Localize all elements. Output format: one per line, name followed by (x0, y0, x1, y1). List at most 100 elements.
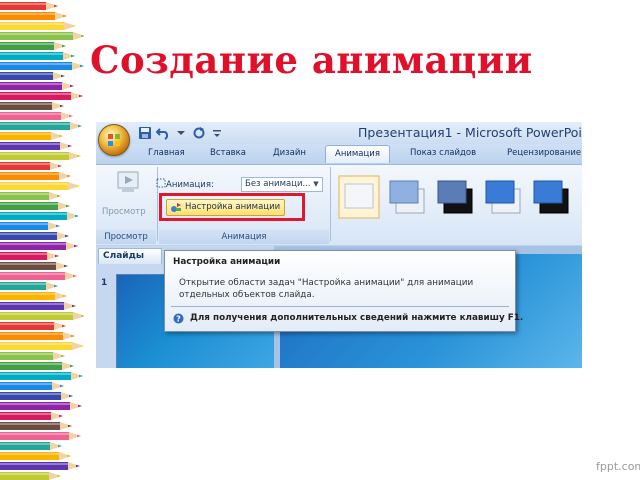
preview-icon[interactable] (116, 169, 142, 195)
pencil (0, 193, 49, 195)
pencil (63, 14, 67, 18)
transition-fade-black-thumb[interactable] (434, 175, 476, 219)
tooltip-title: Настройка анимации (173, 257, 281, 267)
office-button[interactable] (98, 124, 130, 156)
pencil (77, 434, 81, 438)
svg-text:?: ? (176, 314, 181, 323)
customize-toolbar-icon[interactable] (210, 126, 224, 140)
animation-group-label: Анимация (159, 230, 329, 244)
pencil (68, 424, 72, 428)
slide-number: 1 (101, 278, 108, 288)
tooltip: Настройка анимации Открытие области зада… (164, 250, 523, 332)
pencil (0, 233, 57, 235)
pencil (0, 343, 72, 345)
transition-fade-thumb[interactable] (386, 175, 428, 219)
pencil (0, 303, 64, 305)
pencil (54, 284, 58, 288)
redo-icon[interactable] (192, 126, 206, 140)
pencil (0, 373, 71, 375)
pencil (0, 73, 53, 75)
pencil (0, 223, 48, 225)
pencil (62, 44, 66, 48)
preview-group-label: Просмотр (96, 230, 156, 244)
tab-animation[interactable]: Анимация (325, 145, 390, 163)
pencil (65, 234, 69, 238)
pencil (78, 404, 82, 408)
watermark: fppt.com (596, 460, 640, 473)
transition-cut-thumb[interactable] (482, 175, 524, 219)
pencil (0, 213, 67, 215)
pencil (0, 363, 62, 365)
preview-button[interactable]: Просмотр (102, 207, 146, 217)
tab-home[interactable]: Главная (148, 148, 185, 158)
pencil (69, 394, 73, 398)
pencil (0, 283, 46, 285)
pencil (61, 354, 65, 358)
pencil (0, 163, 50, 165)
transition-cut-black-thumb[interactable] (530, 175, 572, 219)
pencil (0, 423, 60, 425)
tab-review[interactable]: Рецензирование (507, 148, 581, 158)
window-title: Презентация1 - Microsoft PowerPoint (358, 125, 582, 140)
slide-title: Создание анимации (90, 38, 533, 82)
pencil (0, 93, 71, 95)
pencil (0, 143, 60, 145)
transition-none-thumb[interactable] (338, 175, 380, 219)
pencil (0, 443, 50, 445)
pencil (0, 183, 68, 185)
animation-dotted-icon (156, 178, 166, 188)
pencil (71, 334, 75, 338)
pencil (76, 464, 80, 468)
pencil (0, 63, 72, 65)
tooltip-help-text: Для получения дополнительных сведений на… (190, 313, 524, 323)
tab-design[interactable]: Дизайн (273, 148, 306, 158)
ribbon: Просмотр Просмотр Анимация: Без анимаци.… (96, 164, 582, 245)
pencil (0, 43, 54, 45)
animation-select[interactable]: Без анимаци... ▼ (241, 177, 323, 192)
pencil (77, 154, 81, 158)
pencil (72, 304, 76, 308)
tab-slide-show[interactable]: Показ слайдов (410, 148, 476, 158)
pencil (73, 274, 77, 278)
pencil (58, 444, 62, 448)
pencil (62, 324, 66, 328)
colored-pencils-decoration (0, 2, 84, 480)
pencil (0, 313, 73, 315)
pencil (79, 374, 83, 378)
pencil (58, 164, 62, 168)
pencil (60, 384, 64, 388)
pencil (63, 294, 67, 298)
slides-tab[interactable]: Слайды (98, 248, 162, 264)
pencil (0, 53, 63, 55)
pencil (67, 454, 71, 458)
pencil (70, 84, 74, 88)
dropdown-arrow-icon[interactable] (174, 126, 188, 140)
pencil (0, 13, 55, 15)
pencil (0, 123, 70, 125)
pencil (0, 153, 69, 155)
pencil (0, 473, 49, 475)
help-icon: ? (173, 313, 184, 324)
undo-icon[interactable] (156, 126, 170, 140)
chevron-down-icon[interactable]: ▼ (311, 179, 321, 190)
pencil (0, 433, 69, 435)
pencil (64, 264, 68, 268)
pencil (0, 203, 58, 205)
tooltip-description: Открытие области задач "Настройка анимац… (179, 278, 474, 300)
pencil (81, 314, 84, 318)
pencil (71, 54, 75, 58)
pencil (66, 204, 70, 208)
pencil (0, 353, 53, 355)
pencil (0, 173, 59, 175)
tab-insert[interactable]: Вставка (210, 148, 246, 158)
save-icon[interactable] (138, 126, 152, 140)
highlight-box (159, 193, 305, 221)
pencil (55, 254, 59, 258)
pencil (0, 243, 66, 245)
pencil (56, 224, 60, 228)
pencil (0, 413, 51, 415)
pencil (0, 33, 73, 35)
pencil (0, 103, 52, 105)
pencil (0, 453, 59, 455)
pencil (74, 244, 78, 248)
